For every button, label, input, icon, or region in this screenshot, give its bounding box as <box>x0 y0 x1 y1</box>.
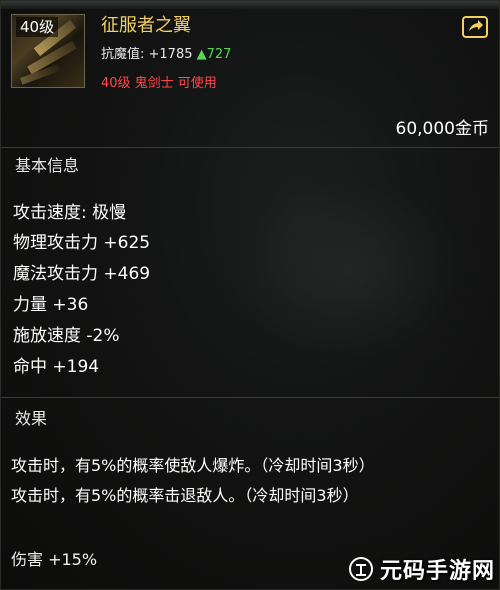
resist-value: 抗魔值: +1785 <box>101 47 193 62</box>
stat-line: 命中 +194 <box>13 357 100 377</box>
stat-line: 施放速度 -2% <box>13 326 120 346</box>
damage-line: 伤害 +15% <box>11 550 98 569</box>
item-tooltip: 40级 征服者之翼 抗魔值: +1785 ▲727 40级 鬼剑士 可使用 60… <box>0 0 500 590</box>
watermark: 元码手游网 <box>345 551 495 587</box>
effect-line: 攻击时，有5%的概率使敌人爆炸。（冷却时间3秒） <box>11 456 375 475</box>
resist-row: 抗魔值: +1785 ▲727 <box>101 45 231 65</box>
requirement-text: 40级 鬼剑士 可使用 <box>101 76 217 91</box>
effect-line: 攻击时，有5%的概率击退敌人。（冷却时间3秒） <box>11 486 359 505</box>
item-price: 60,000金币 <box>395 119 489 139</box>
item-icon: 40级 <box>11 14 85 88</box>
stat-line: 力量 +36 <box>13 295 89 315</box>
watermark-text: 元码手游网 <box>379 559 495 584</box>
section-title-effect: 效果 <box>15 409 48 428</box>
level-badge: 40级 <box>16 17 59 37</box>
resist-increase: ▲727 <box>196 47 232 62</box>
stat-line: 魔法攻击力 +469 <box>13 264 151 284</box>
section-title-basic: 基本信息 <box>15 156 80 175</box>
share-icon[interactable] <box>462 16 488 38</box>
stat-line: 攻击速度: 极慢 <box>13 203 127 223</box>
tooltip-top-strip <box>1 1 499 9</box>
item-name: 征服者之翼 <box>101 15 191 36</box>
background-decoration <box>231 181 471 361</box>
stat-line: 物理攻击力 +625 <box>13 233 151 253</box>
watermark-logo-icon <box>348 557 373 581</box>
divider <box>1 147 499 148</box>
divider <box>1 397 499 398</box>
